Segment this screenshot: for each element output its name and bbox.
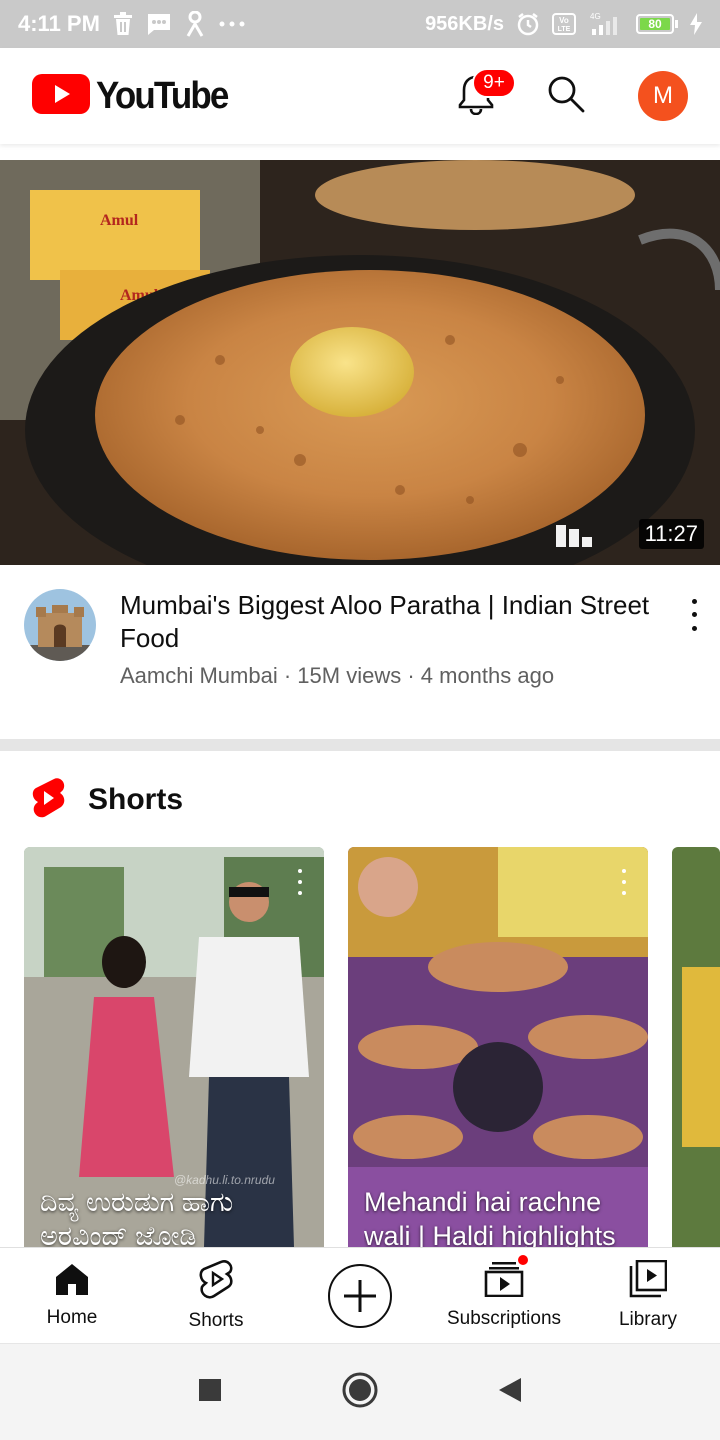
video-thumbnail[interactable]: Amul Amul 11:27 xyxy=(0,160,720,565)
short-menu-button[interactable] xyxy=(296,869,304,895)
circle-icon xyxy=(341,1371,379,1414)
notification-badge: 9+ xyxy=(472,68,516,98)
battery-icon: 80 xyxy=(636,14,678,34)
message-icon xyxy=(146,12,172,36)
status-time: 4:11 PM xyxy=(18,11,100,36)
nav-library[interactable]: Library xyxy=(576,1248,720,1343)
channel-name[interactable]: Aamchi Mumbai xyxy=(120,663,278,688)
search-button[interactable] xyxy=(536,66,596,126)
short-caption: ದಿವ್ಯ ಉರುಡುಗ ಹಾಗು ಅರವಿಂದ್ ಜೋಡಿ xyxy=(40,1187,234,1247)
video-subtitle: Aamchi Mumbai · 15M views · 4 months ago xyxy=(120,663,555,688)
channel-avatar[interactable] xyxy=(24,589,96,661)
battery-level: 80 xyxy=(640,18,670,30)
thumbnail-image: Amul Amul xyxy=(0,160,720,565)
video-menu-button[interactable] xyxy=(686,595,702,635)
svg-text:Amul: Amul xyxy=(100,212,139,229)
nav-shorts[interactable]: Shorts xyxy=(144,1248,288,1343)
new-content-dot xyxy=(516,1253,530,1267)
nav-shorts-label: Shorts xyxy=(188,1310,244,1331)
create-plus-icon xyxy=(328,1263,392,1328)
shorts-heading: Shorts xyxy=(88,783,184,816)
video-meta[interactable]: Mumbai's Biggest Aloo Paratha | Indian S… xyxy=(0,565,720,739)
short-caption: Mehandi hai rachne wali | Haldi highligh… xyxy=(364,1187,616,1247)
back-button[interactable] xyxy=(490,1372,530,1412)
bottom-navigation: Home Shorts Subscriptions Library xyxy=(0,1247,720,1343)
network-speed: 956KB/s xyxy=(425,12,504,35)
logo-text: YouTube xyxy=(96,74,229,117)
status-bar: 4:11 PM 956KB/s Vo LTE 4G 80 xyxy=(0,0,720,48)
section-divider xyxy=(0,739,720,751)
short-card[interactable]: Mehandi hai rachne wali | Haldi highligh… xyxy=(348,847,648,1247)
short-menu-button[interactable] xyxy=(620,869,628,895)
nav-home-label: Home xyxy=(46,1307,98,1328)
short-card[interactable]: @kadhu.li.to.nrudu ದಿವ್ಯ ಉರುಡುಗ ಹಾಗು ಅರವ… xyxy=(24,847,324,1247)
home-system-button[interactable] xyxy=(340,1372,380,1412)
shorts-icon xyxy=(199,1259,233,1304)
video-title[interactable]: Mumbai's Biggest Aloo Paratha | Indian S… xyxy=(120,589,670,655)
short-thumbnail xyxy=(672,847,720,1247)
nav-home[interactable]: Home xyxy=(0,1248,144,1343)
youtube-play-logo-icon xyxy=(32,73,90,119)
video-duration: 11:27 xyxy=(638,519,704,549)
system-navigation-bar xyxy=(0,1343,720,1440)
signal-icon: 4G xyxy=(588,11,624,37)
shorts-shelf-header: Shorts xyxy=(30,775,183,825)
upload-age: 4 months ago xyxy=(420,663,555,688)
chapters-indicator-icon xyxy=(556,523,596,547)
library-icon xyxy=(629,1259,668,1303)
view-count: 15M views xyxy=(297,663,402,688)
short-card-peek[interactable] xyxy=(672,847,720,1247)
create-button[interactable] xyxy=(288,1248,432,1343)
trash-icon xyxy=(112,12,134,36)
back-triangle-icon xyxy=(497,1376,523,1409)
shorts-logo-icon xyxy=(30,777,66,824)
person-icon xyxy=(184,11,206,37)
app-header: YouTube 9+ M xyxy=(0,48,720,144)
volte-icon: Vo LTE xyxy=(552,13,576,35)
alarm-icon xyxy=(516,12,540,36)
more-dots-icon xyxy=(218,20,246,28)
svg-text:4G: 4G xyxy=(590,12,601,21)
svg-text:LTE: LTE xyxy=(558,26,571,33)
youtube-logo[interactable]: YouTube xyxy=(32,73,239,119)
subscriptions-icon xyxy=(484,1253,530,1302)
account-avatar[interactable]: M xyxy=(638,71,688,121)
notifications-button[interactable]: 9+ xyxy=(446,66,516,126)
charging-icon xyxy=(690,13,702,35)
nav-subscriptions-label: Subscriptions xyxy=(446,1308,562,1329)
square-icon xyxy=(198,1378,222,1407)
recent-apps-button[interactable] xyxy=(190,1372,230,1412)
search-icon xyxy=(546,74,586,119)
home-icon xyxy=(54,1262,90,1301)
nav-subscriptions[interactable]: Subscriptions xyxy=(432,1248,576,1343)
svg-text:Vo: Vo xyxy=(559,16,569,25)
nav-library-label: Library xyxy=(618,1309,678,1330)
